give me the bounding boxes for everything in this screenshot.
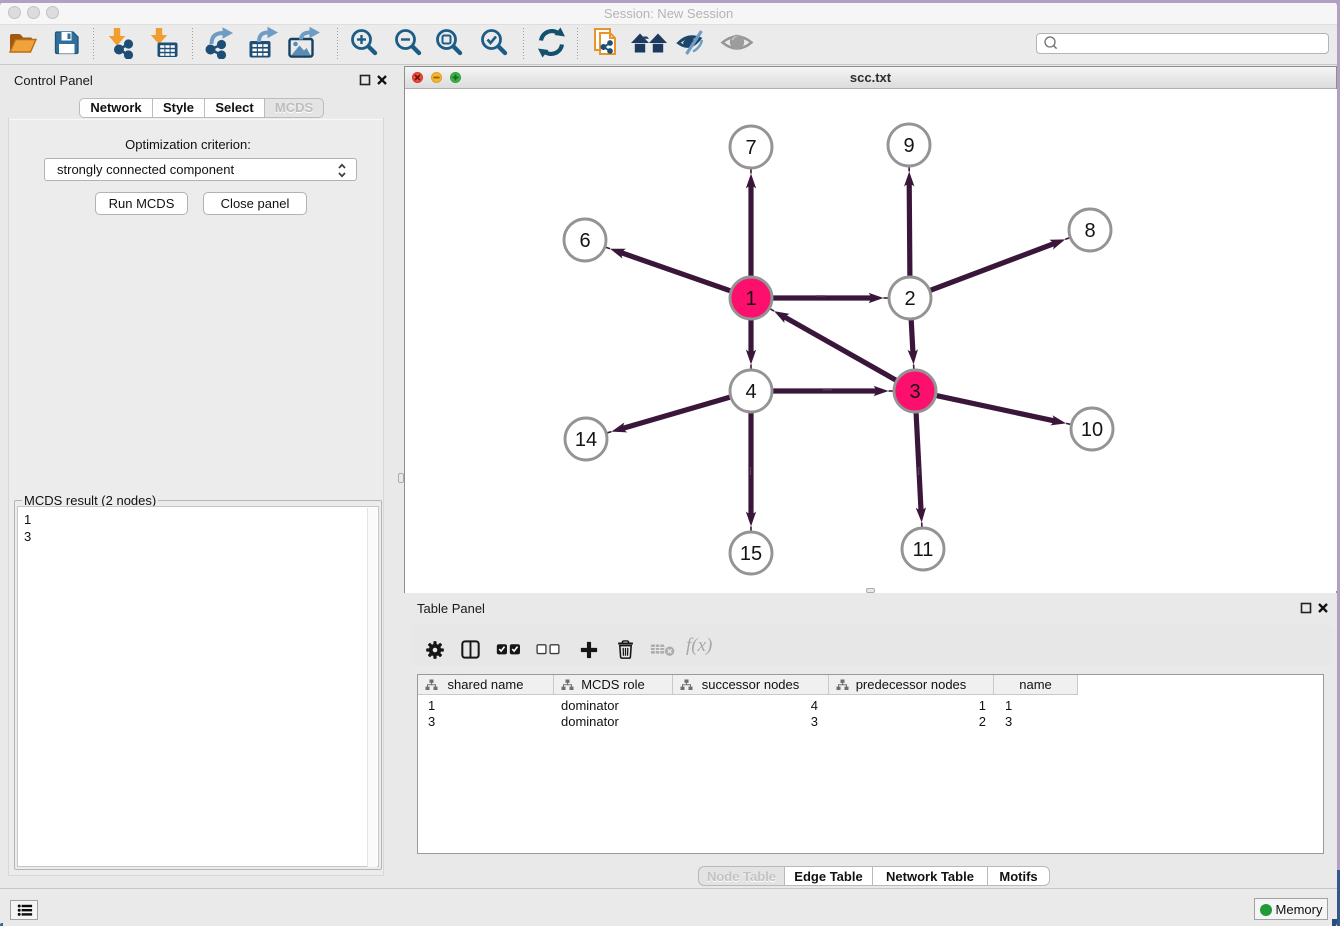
svg-text:6: 6 (579, 230, 590, 252)
svg-text:15: 15 (740, 543, 762, 565)
svg-text:3: 3 (909, 381, 920, 403)
svg-text:2: 2 (904, 288, 915, 310)
svg-text:7: 7 (745, 137, 756, 159)
svg-text:1: 1 (745, 288, 756, 310)
svg-text:9: 9 (903, 135, 914, 157)
svg-text:8: 8 (1084, 220, 1095, 242)
svg-text:4: 4 (745, 381, 756, 403)
svg-text:11: 11 (913, 539, 934, 561)
svg-text:10: 10 (1081, 419, 1103, 441)
svg-text:14: 14 (575, 429, 597, 451)
